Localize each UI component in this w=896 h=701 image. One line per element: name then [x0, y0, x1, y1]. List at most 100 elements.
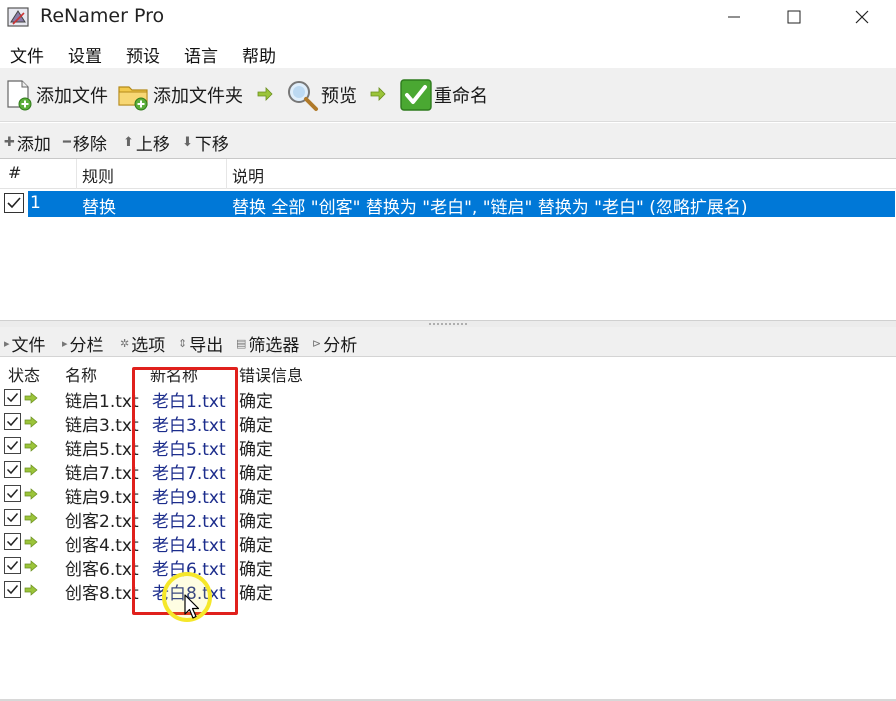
menu-presets[interactable]: 预设: [126, 42, 160, 67]
file-row[interactable]: 链启9.txt 老白9.txt 确定: [0, 482, 896, 508]
files-col-error[interactable]: 错误信息: [239, 362, 303, 386]
rule-description: 替换 全部 "创客" 替换为 "老白", "链启" 替换为 "老白" (忽略扩展…: [232, 198, 748, 218]
file-error-message: 确定: [239, 560, 273, 580]
app-icon: [7, 7, 29, 27]
checkmark-icon: [6, 441, 19, 451]
remove-rule-button[interactable]: ━ 移除: [63, 130, 107, 155]
minimize-button[interactable]: [704, 0, 764, 34]
status-arrow-icon: [24, 392, 38, 404]
column-divider: [76, 159, 77, 189]
file-row[interactable]: 创客4.txt 老白4.txt 确定: [0, 530, 896, 556]
file-checkbox[interactable]: [4, 437, 21, 454]
checkmark-icon: [6, 465, 19, 475]
checkmark-icon: [6, 417, 19, 427]
file-checkbox[interactable]: [4, 389, 21, 406]
file-checkbox[interactable]: [4, 461, 21, 478]
splitter-grip: [428, 322, 468, 326]
add-files-label: 添加文件: [36, 86, 108, 107]
files-col-status[interactable]: 状态: [8, 362, 40, 386]
rules-col-rule[interactable]: 规则: [82, 163, 114, 187]
files-col-new-name[interactable]: 新名称: [150, 362, 198, 386]
analyze-menu-button[interactable]: ⊳ 分析: [312, 331, 357, 356]
filter-menu-button[interactable]: ▤ 筛选器: [236, 331, 299, 356]
file-error-message: 确定: [239, 440, 273, 460]
arrow-right-icon: [257, 87, 273, 101]
files-toolbar: ▸ 文件 ▸ 分栏 ✲ 选项 ⇕ 导出 ▤ 筛选器 ⊳ 分析: [0, 327, 896, 357]
status-arrow-icon: [24, 440, 38, 452]
analyze-icon: ⊳: [312, 337, 322, 350]
file-row[interactable]: 链启3.txt 老白3.txt 确定: [0, 410, 896, 436]
rules-col-description[interactable]: 说明: [232, 163, 264, 187]
close-icon: [855, 10, 869, 24]
file-error-message: 确定: [239, 512, 273, 532]
add-folder-label: 添加文件夹: [153, 86, 243, 107]
file-row[interactable]: 链启1.txt 老白1.txt 确定: [0, 386, 896, 412]
rule-row[interactable]: 1 替换 替换 全部 "创客" 替换为 "老白", "链启" 替换为 "老白" …: [28, 191, 895, 218]
window-title: ReNamer Pro: [40, 5, 165, 27]
move-down-button[interactable]: ⬇ 下移: [182, 130, 229, 155]
files-menu-button[interactable]: ▸ 文件: [4, 331, 46, 356]
file-error-message: 确定: [239, 536, 273, 556]
file-error-message: 确定: [239, 392, 273, 412]
file-checkbox[interactable]: [4, 557, 21, 574]
rules-panel: # 规则 说明 1 替换 替换 全部 "创客" 替换为 "老白", "链启" 替…: [0, 158, 896, 320]
checkmark-icon: [6, 393, 19, 403]
file-checkbox[interactable]: [4, 413, 21, 430]
file-new-name: 老白2.txt: [152, 512, 226, 532]
checkmark-icon: [6, 561, 19, 571]
status-arrow-icon: [24, 416, 38, 428]
file-checkbox[interactable]: [4, 533, 21, 550]
menu-file[interactable]: 文件: [10, 42, 44, 67]
menu-settings[interactable]: 设置: [68, 42, 102, 67]
file-checkbox[interactable]: [4, 485, 21, 502]
add-folder-button[interactable]: 添加文件夹: [117, 78, 243, 112]
magnifier-icon: [288, 81, 318, 111]
rule-index: 1: [30, 193, 41, 213]
maximize-icon: [787, 10, 801, 24]
add-file-icon: [7, 80, 32, 111]
checkmark-icon: [400, 79, 432, 111]
plus-icon: ✚: [4, 135, 15, 150]
file-new-name: 老白1.txt: [152, 392, 226, 412]
file-new-name: 老白7.txt: [152, 464, 226, 484]
files-menu-label: 文件: [11, 336, 46, 356]
move-up-button[interactable]: ⬆ 上移: [123, 130, 170, 155]
file-checkbox[interactable]: [4, 581, 21, 598]
status-arrow-icon: [24, 464, 38, 476]
file-checkbox[interactable]: [4, 509, 21, 526]
minus-icon: ━: [63, 135, 71, 150]
file-row[interactable]: 链启7.txt 老白7.txt 确定: [0, 458, 896, 484]
file-row[interactable]: 链启5.txt 老白5.txt 确定: [0, 434, 896, 460]
rules-col-index[interactable]: #: [8, 163, 21, 182]
move-up-label: 上移: [135, 135, 170, 155]
preview-button[interactable]: 预览: [285, 78, 357, 112]
panel-splitter[interactable]: [0, 320, 896, 327]
add-rule-button[interactable]: ✚ 添加: [4, 130, 51, 155]
export-menu-button[interactable]: ⇕ 导出: [178, 331, 223, 356]
file-new-name: 老白6.txt: [152, 560, 226, 580]
rename-label: 重命名: [434, 86, 488, 107]
file-row[interactable]: 创客2.txt 老白2.txt 确定: [0, 506, 896, 532]
options-menu-button[interactable]: ✲ 选项: [120, 331, 165, 356]
file-name: 创客8.txt: [65, 584, 139, 604]
add-files-button[interactable]: 添加文件: [4, 78, 108, 112]
menu-language[interactable]: 语言: [184, 42, 218, 67]
columns-menu-button[interactable]: ▸ 分栏: [62, 331, 104, 356]
checkmark-icon: [6, 585, 19, 595]
file-error-message: 确定: [239, 464, 273, 484]
close-button[interactable]: [832, 0, 892, 34]
menu-help[interactable]: 帮助: [242, 42, 276, 67]
rename-button[interactable]: 重命名: [400, 78, 488, 112]
files-col-name[interactable]: 名称: [65, 362, 97, 386]
analyze-menu-label: 分析: [323, 336, 358, 356]
filter-icon: ▤: [236, 337, 247, 350]
rule-checkbox[interactable]: [4, 193, 24, 213]
file-row[interactable]: 创客8.txt 老白8.txt 确定: [0, 578, 896, 604]
file-row[interactable]: 创客6.txt 老白6.txt 确定: [0, 554, 896, 580]
file-new-name: 老白4.txt: [152, 536, 226, 556]
file-error-message: 确定: [239, 584, 273, 604]
maximize-button[interactable]: [764, 0, 824, 34]
file-new-name: 老白3.txt: [152, 416, 226, 436]
checkmark-icon: [6, 537, 19, 547]
file-name: 链启5.txt: [65, 440, 139, 460]
